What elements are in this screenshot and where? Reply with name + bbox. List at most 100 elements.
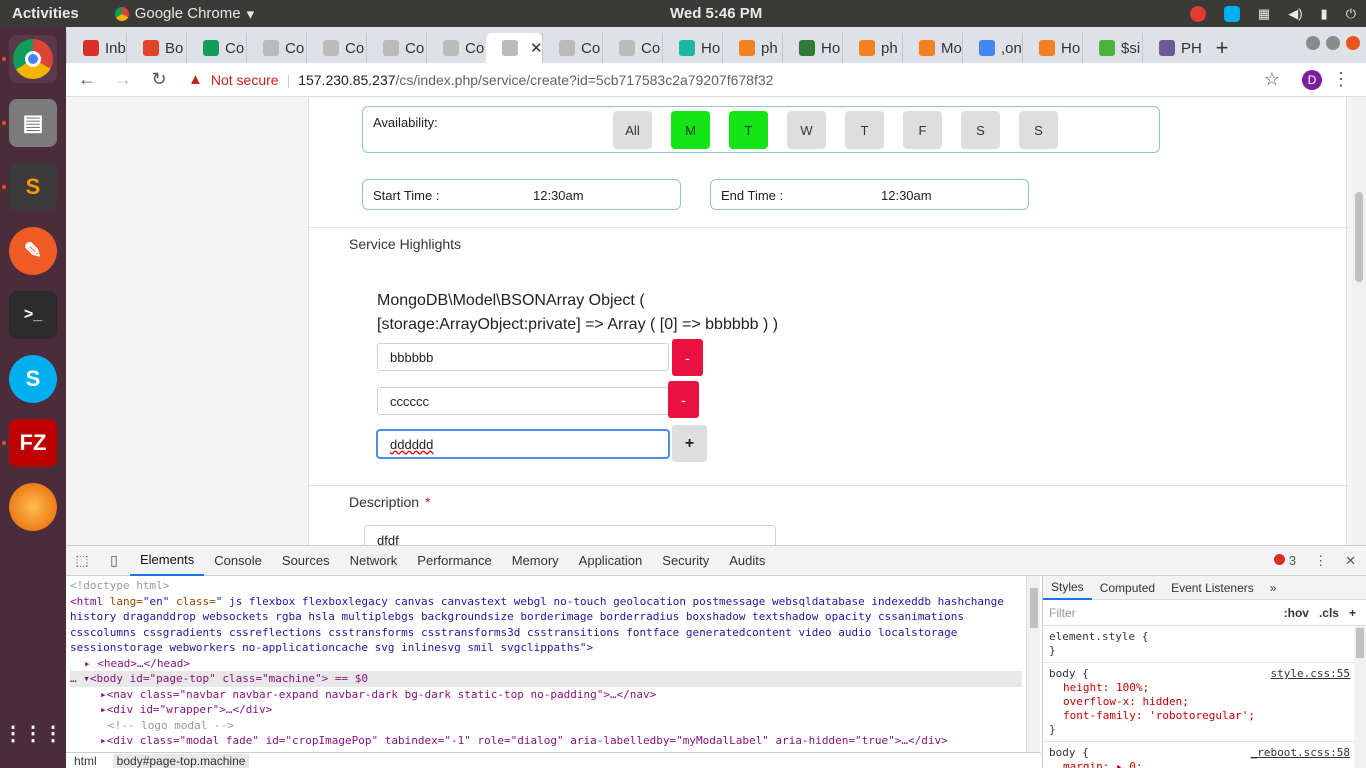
browser-tab[interactable]: Co xyxy=(426,33,486,63)
devtools-tab-audits[interactable]: Audits xyxy=(719,546,775,576)
start-time-field[interactable]: Start Time : 12:30am xyxy=(362,179,681,210)
dom-nav-node[interactable]: ▸<nav class="navbar navbar-expand navbar… xyxy=(70,687,1022,703)
remove-highlight-button-2[interactable]: - xyxy=(668,381,699,418)
back-icon[interactable]: ← xyxy=(72,69,102,90)
dom-html-node[interactable]: <html lang="en" class=" js flexbox flexb… xyxy=(70,594,1022,656)
device-toolbar-icon[interactable]: ▯ xyxy=(98,552,130,569)
minimize-icon[interactable] xyxy=(1306,36,1320,50)
postman-launcher-icon[interactable]: ✎ xyxy=(9,227,57,275)
day-button-6[interactable]: S xyxy=(961,111,1000,149)
day-button-5[interactable]: F xyxy=(903,111,942,149)
day-button-2[interactable]: T xyxy=(729,111,768,149)
day-button-3[interactable]: W xyxy=(787,111,826,149)
browser-tab[interactable]: Co xyxy=(542,33,602,63)
devtools-tab-sources[interactable]: Sources xyxy=(272,546,340,576)
browser-tab[interactable]: ,on xyxy=(962,33,1022,63)
maximize-icon[interactable] xyxy=(1326,36,1340,50)
highlight-input-3[interactable]: dddddd xyxy=(377,430,669,458)
volume-icon[interactable]: ◀) xyxy=(1288,6,1302,22)
body-rule-style-css[interactable]: body { style.css:55 height: 100%; overfl… xyxy=(1043,663,1366,742)
browser-tab[interactable]: Co xyxy=(602,33,662,63)
dom-doctype[interactable]: <!doctype html> xyxy=(70,578,1022,594)
browser-tab[interactable]: Co xyxy=(306,33,366,63)
close-tab-icon[interactable]: ✕ xyxy=(530,39,542,57)
breadcrumb-html[interactable]: html xyxy=(74,754,97,768)
devtools-tab-application[interactable]: Application xyxy=(569,546,653,576)
hov-toggle[interactable]: :hov xyxy=(1284,606,1309,620)
address-bar[interactable]: ▲ Not secure | 157.230.85.237/cs/index.p… xyxy=(188,71,1366,88)
rule-source-link[interactable]: style.css:55 xyxy=(1271,667,1350,681)
chrome-launcher-icon[interactable] xyxy=(9,35,57,83)
sublime-text-launcher-icon[interactable]: S xyxy=(9,163,57,211)
tab-computed[interactable]: Computed xyxy=(1092,576,1163,600)
dom-head-node[interactable]: ▸ <head>…</head> xyxy=(70,656,1022,672)
do-not-disturb-icon[interactable] xyxy=(1189,5,1206,22)
dom-body-node[interactable]: … ▾<body id="page-top" class="machine"> … xyxy=(70,671,1022,687)
profile-avatar[interactable]: D xyxy=(1302,69,1322,90)
highlight-input-1[interactable]: bbbbbb xyxy=(377,343,669,371)
browser-tab[interactable]: Co xyxy=(366,33,426,63)
browser-tab[interactable]: ph xyxy=(842,33,902,63)
network-icon[interactable]: ▦ xyxy=(1258,6,1270,22)
close-window-icon[interactable] xyxy=(1346,36,1360,50)
files-launcher-icon[interactable]: ▤ xyxy=(9,99,57,147)
warning-icon[interactable]: ▲ xyxy=(188,71,203,88)
activities-button[interactable]: Activities xyxy=(12,5,79,22)
power-icon[interactable]: ⏻ xyxy=(1346,6,1356,22)
day-button-1[interactable]: M xyxy=(671,111,710,149)
reload-icon[interactable]: ↻ xyxy=(144,69,174,90)
browser-tab[interactable]: Inb xyxy=(66,33,126,63)
browser-tab[interactable]: Co xyxy=(186,33,246,63)
browser-tab[interactable]: $si xyxy=(1082,33,1142,63)
end-time-field[interactable]: End Time : 12:30am xyxy=(710,179,1029,210)
browser-tab[interactable]: PH xyxy=(1142,33,1202,63)
devtools-tab-security[interactable]: Security xyxy=(652,546,719,576)
devtools-tab-elements[interactable]: Elements xyxy=(130,546,205,576)
browser-tab[interactable]: Bo xyxy=(126,33,186,63)
add-highlight-button[interactable]: + xyxy=(672,425,707,462)
error-counter[interactable]: 3 xyxy=(1273,553,1296,568)
devtools-tab-console[interactable]: Console xyxy=(204,546,272,576)
security-status[interactable]: Not secure xyxy=(211,72,279,88)
forward-icon[interactable]: → xyxy=(108,69,138,90)
dom-comment-node[interactable]: <!-- logo modal --> xyxy=(70,718,1022,734)
styles-scrollbar[interactable] xyxy=(1354,626,1366,768)
clock[interactable]: Wed 5:46 PM xyxy=(670,5,762,22)
cls-toggle[interactable]: .cls xyxy=(1319,606,1339,620)
remove-highlight-button-1[interactable]: - xyxy=(672,339,703,376)
browser-tab[interactable]: Co xyxy=(246,33,306,63)
devtools-tab-memory[interactable]: Memory xyxy=(502,546,569,576)
browser-tab[interactable]: Ho xyxy=(782,33,842,63)
page-scrollbar[interactable] xyxy=(1352,97,1366,545)
close-devtools-icon[interactable]: ✕ xyxy=(1345,553,1356,569)
browser-tab[interactable]: Ho xyxy=(662,33,722,63)
app-menu[interactable]: Google Chrome ▾ xyxy=(114,5,254,23)
breadcrumb-body[interactable]: body#page-top.machine xyxy=(112,754,250,768)
new-style-rule-icon[interactable]: + xyxy=(1349,606,1356,620)
element-style-rule[interactable]: element.style { } xyxy=(1043,626,1366,663)
inspect-element-icon[interactable]: ⬚ xyxy=(66,552,98,569)
styles-filter-input[interactable]: Filter xyxy=(1043,606,1284,620)
dom-modal-node[interactable]: ▸<div class="modal fade" id="cropImagePo… xyxy=(70,733,1022,749)
more-tabs-icon[interactable]: » xyxy=(1262,576,1285,600)
description-input[interactable]: dfdf xyxy=(364,525,776,545)
browser-tab[interactable]: Mo xyxy=(902,33,962,63)
tab-styles[interactable]: Styles xyxy=(1043,576,1092,600)
body-rule-reboot[interactable]: body { _reboot.scss:58 margin: ▸ 0; xyxy=(1043,742,1366,768)
new-tab-button[interactable]: + xyxy=(1202,33,1242,63)
skype-tray-icon[interactable] xyxy=(1223,5,1240,22)
day-button-7[interactable]: S xyxy=(1019,111,1058,149)
dom-scrollbar[interactable] xyxy=(1026,576,1040,752)
bookmark-star-icon[interactable]: ☆ xyxy=(1264,69,1280,90)
tab-active[interactable]: ✕ xyxy=(486,33,542,63)
highlight-input-2[interactable]: cccccc xyxy=(377,387,669,415)
day-button-0[interactable]: All xyxy=(613,111,652,149)
firefox-launcher-icon[interactable] xyxy=(9,483,57,531)
day-button-4[interactable]: T xyxy=(845,111,884,149)
skype-launcher-icon[interactable]: S xyxy=(9,355,57,403)
show-applications-icon[interactable]: ⋮⋮⋮ xyxy=(3,709,63,757)
browser-tab[interactable]: Ho xyxy=(1022,33,1082,63)
dom-wrapper-node[interactable]: ▸<div id="wrapper">…</div> xyxy=(70,702,1022,718)
battery-icon[interactable]: ▮ xyxy=(1321,6,1328,22)
devtools-menu-icon[interactable]: ⋮ xyxy=(1314,553,1327,569)
